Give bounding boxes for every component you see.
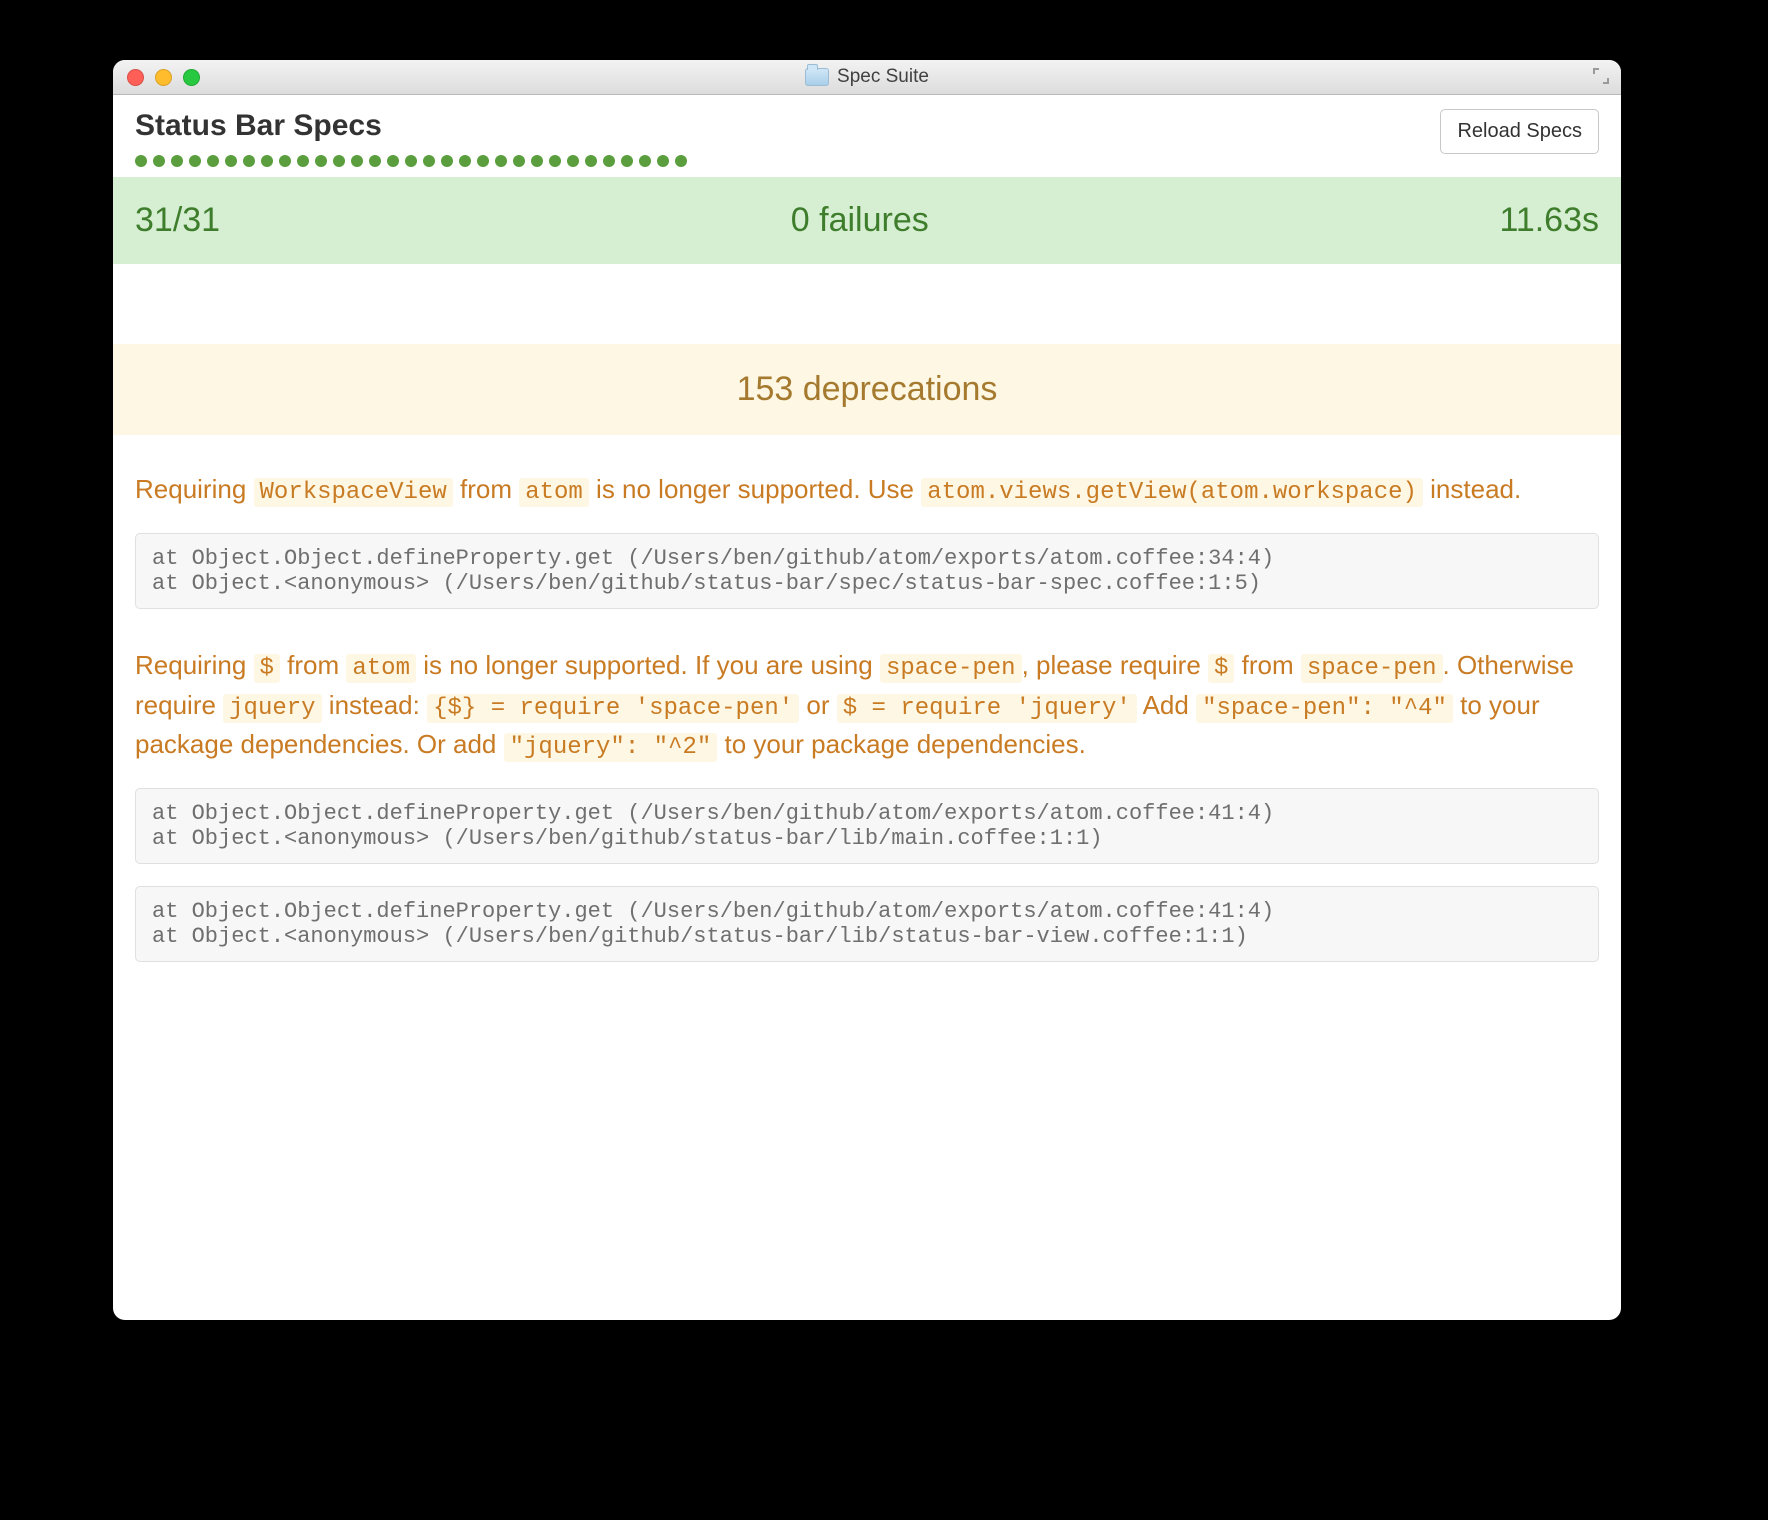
progress-dot xyxy=(675,155,687,167)
zoom-icon[interactable] xyxy=(183,69,200,86)
code: space-pen xyxy=(880,654,1022,683)
text: instead: xyxy=(322,690,428,720)
code: $ xyxy=(1208,654,1234,683)
stack-trace: at Object.Object.defineProperty.get (/Us… xyxy=(135,533,1599,609)
text: is no longer supported. Use xyxy=(589,474,921,504)
text: from xyxy=(453,474,519,504)
code: atom xyxy=(519,478,589,507)
text: or xyxy=(799,690,837,720)
status-time: 11.63s xyxy=(1499,201,1599,240)
progress-dot xyxy=(207,155,219,167)
deprecations-content: Requiring WorkspaceView from atom is no … xyxy=(113,435,1621,962)
spec-title: Status Bar Specs xyxy=(135,109,687,143)
text: from xyxy=(1234,650,1300,680)
progress-dot xyxy=(477,155,489,167)
text: from xyxy=(280,650,346,680)
progress-dot xyxy=(459,155,471,167)
progress-dot xyxy=(369,155,381,167)
fullscreen-icon[interactable] xyxy=(1591,66,1611,86)
text: is no longer supported. If you are using xyxy=(416,650,880,680)
reload-specs-button[interactable]: Reload Specs xyxy=(1440,109,1599,154)
text: , please require xyxy=(1022,650,1208,680)
progress-dot xyxy=(603,155,615,167)
text: to your package dependencies. xyxy=(717,729,1086,759)
progress-dot xyxy=(495,155,507,167)
stack-trace: at Object.Object.defineProperty.get (/Us… xyxy=(135,788,1599,864)
progress-dot xyxy=(513,155,525,167)
header-left: Status Bar Specs xyxy=(135,109,687,167)
progress-dot xyxy=(225,155,237,167)
minimize-icon[interactable] xyxy=(155,69,172,86)
header: Status Bar Specs Reload Specs xyxy=(113,95,1621,177)
progress-dot xyxy=(171,155,183,167)
progress-dot xyxy=(585,155,597,167)
progress-dot xyxy=(135,155,147,167)
status-failures: 0 failures xyxy=(791,201,929,240)
window-title: Spec Suite xyxy=(113,66,1621,88)
code: atom.views.getView(atom.workspace) xyxy=(921,478,1423,507)
code: atom xyxy=(346,654,416,683)
progress-dots xyxy=(135,155,687,167)
progress-dot xyxy=(531,155,543,167)
deprecations-headline: 153 deprecations xyxy=(737,370,998,408)
text: Requiring xyxy=(135,650,254,680)
progress-dot xyxy=(405,155,417,167)
close-icon[interactable] xyxy=(127,69,144,86)
progress-dot xyxy=(243,155,255,167)
code: space-pen xyxy=(1301,654,1443,683)
text: instead. xyxy=(1423,474,1521,504)
progress-dot xyxy=(333,155,345,167)
code: $ = require 'jquery' xyxy=(837,694,1137,723)
deprecation-message: Requiring WorkspaceView from atom is no … xyxy=(135,471,1599,511)
folder-icon xyxy=(805,68,829,86)
app-window: Spec Suite Status Bar Specs Reload Specs… xyxy=(113,60,1621,1320)
text: Requiring xyxy=(135,474,254,504)
code: "jquery": "^2" xyxy=(504,733,718,762)
window-title-text: Spec Suite xyxy=(837,66,929,88)
code: $ xyxy=(254,654,280,683)
progress-dot xyxy=(441,155,453,167)
traffic-lights xyxy=(113,69,200,86)
progress-dot xyxy=(621,155,633,167)
progress-dot xyxy=(639,155,651,167)
progress-dot xyxy=(423,155,435,167)
progress-dot xyxy=(189,155,201,167)
progress-dot xyxy=(549,155,561,167)
progress-dot xyxy=(279,155,291,167)
progress-dot xyxy=(315,155,327,167)
code: {$} = require 'space-pen' xyxy=(427,694,799,723)
status-band: 31/31 0 failures 11.63s xyxy=(113,177,1621,264)
progress-dot xyxy=(153,155,165,167)
status-progress: 31/31 xyxy=(135,201,220,240)
progress-dot xyxy=(351,155,363,167)
progress-dot xyxy=(261,155,273,167)
titlebar: Spec Suite xyxy=(113,60,1621,95)
text: Add xyxy=(1137,690,1196,720)
code: WorkspaceView xyxy=(254,478,453,507)
code: jquery xyxy=(223,694,321,723)
code: "space-pen": "^4" xyxy=(1196,694,1453,723)
stack-trace: at Object.Object.defineProperty.get (/Us… xyxy=(135,886,1599,962)
progress-dot xyxy=(567,155,579,167)
progress-dot xyxy=(297,155,309,167)
deprecations-band: 153 deprecations xyxy=(113,344,1621,435)
progress-dot xyxy=(387,155,399,167)
progress-dot xyxy=(657,155,669,167)
deprecation-message: Requiring $ from atom is no longer suppo… xyxy=(135,647,1599,766)
